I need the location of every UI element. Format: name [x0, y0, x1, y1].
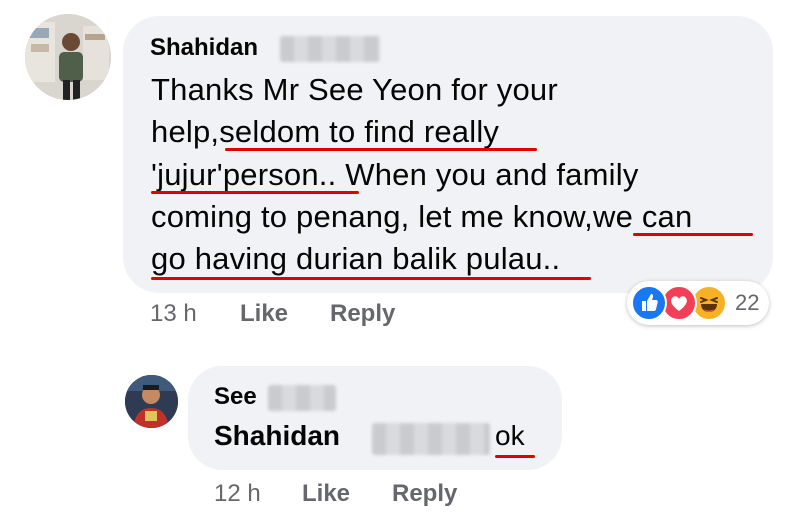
highlight-underline	[633, 233, 753, 236]
reply-reply-button[interactable]: Reply	[392, 480, 457, 508]
avatar-photo	[125, 375, 178, 428]
highlight-underline	[151, 191, 359, 194]
highlight-underline	[225, 148, 537, 151]
redacted-mention-surname	[372, 423, 490, 455]
like-icon	[631, 285, 667, 321]
avatar-photo	[25, 14, 111, 100]
reply-text: ok	[495, 420, 525, 451]
highlight-underline	[151, 277, 591, 280]
reply-mention[interactable]: Shahidan	[214, 420, 340, 452]
replier-avatar[interactable]	[125, 375, 178, 428]
redacted-surname	[280, 36, 380, 62]
reaction-summary[interactable]: 22	[627, 281, 769, 325]
comment-reply-button[interactable]: Reply	[330, 300, 395, 328]
highlight-underline	[495, 455, 535, 458]
commenter-avatar[interactable]	[25, 14, 111, 100]
reaction-count: 22	[735, 290, 760, 315]
comment-text-line: Thanks Mr See Yeon for your	[151, 72, 558, 107]
reply-author-name[interactable]: See	[214, 383, 257, 411]
comment-text-line: go having durian balik pulau..	[151, 241, 561, 276]
reply-like-button[interactable]: Like	[302, 480, 350, 508]
comment-text-line: 'jujur'person.. When you and family	[151, 157, 639, 192]
comment-timestamp[interactable]: 13 h	[150, 300, 197, 328]
comment-text-line: coming to penang, let me know,we can	[151, 199, 693, 234]
comment-author-name[interactable]: Shahidan	[150, 34, 258, 62]
reply-timestamp[interactable]: 12 h	[214, 480, 261, 508]
comment-text-line: help,seldom to find really	[151, 114, 500, 149]
redacted-surname	[268, 385, 336, 411]
comment-like-button[interactable]: Like	[240, 300, 288, 328]
